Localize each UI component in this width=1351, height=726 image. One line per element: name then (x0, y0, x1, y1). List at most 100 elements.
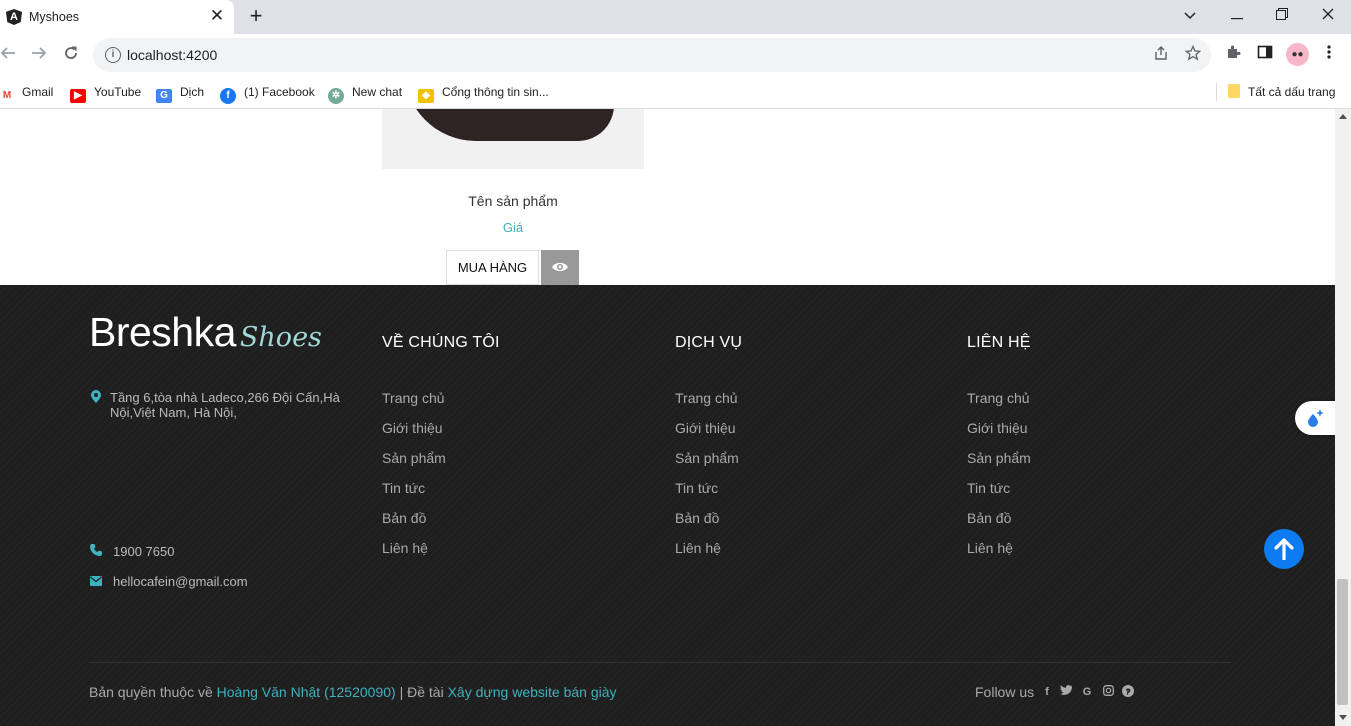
facebook-icon[interactable]: f (1040, 685, 1054, 699)
footer-link-products[interactable]: Sản phẩm (967, 450, 1031, 466)
footer-link-home[interactable]: Trang chủ (675, 390, 738, 406)
bookmark-label: Cổng thông tin sin... (442, 85, 549, 99)
footer-col-title-about: VỀ CHÚNG TÔI (382, 334, 500, 351)
bookmarks-separator (1216, 83, 1217, 101)
page-viewport: Tên sản phẩm Giá MUA HÀNG Breshka Shoes T… (0, 109, 1335, 726)
footer-link-map[interactable]: Bản đồ (675, 510, 719, 526)
all-bookmarks-label: Tất cả dấu trang (1248, 85, 1336, 99)
address-bar[interactable]: i localhost:4200 (93, 38, 1211, 72)
side-panel-icon[interactable] (1254, 44, 1276, 66)
facebook-icon: f (220, 88, 236, 104)
all-bookmarks-folder[interactable]: Tất cả dấu trang (1228, 82, 1335, 102)
floating-widget-button[interactable] (1295, 401, 1335, 435)
pinterest-icon[interactable] (1121, 685, 1135, 699)
bookmark-gmail[interactable]: M Gmail (0, 82, 54, 103)
address-line: Tầng 6,tòa nhà Ladeco,266 Đội Cấn,Hà Nội… (89, 390, 349, 420)
tab-strip: A Myshoes ✕ + (0, 0, 1351, 34)
footer-link-news[interactable]: Tin tức (675, 480, 718, 496)
footer-link-products[interactable]: Sản phẩm (675, 450, 739, 466)
arrow-up-icon (1274, 538, 1294, 561)
footer-link-map[interactable]: Bản đồ (967, 510, 1011, 526)
phone-icon (89, 544, 103, 559)
menu-kebab-icon[interactable] (1318, 44, 1340, 66)
envelope-icon (89, 574, 103, 589)
site-footer: Breshka Shoes Tầng 6,tòa nhà Ladeco,266 Đ… (0, 285, 1335, 726)
bookmark-label: Dịch (180, 85, 205, 99)
extensions-icon[interactable] (1222, 44, 1244, 66)
product-name[interactable]: Tên sản phẩm (382, 193, 644, 209)
follow-us-label: Follow us (975, 684, 1035, 700)
page-scrollbar[interactable] (1335, 109, 1351, 726)
product-image[interactable] (382, 109, 644, 169)
reload-button[interactable] (59, 43, 83, 67)
scrollbar-thumb[interactable] (1337, 579, 1348, 705)
copyright-prefix: Bản quyền thuộc về (89, 684, 213, 700)
author-link[interactable]: Hoàng Văn Nhật (12520090) (217, 684, 396, 700)
bookmark-youtube[interactable]: ▶ YouTube (70, 82, 142, 103)
product-price: Giá (502, 220, 524, 235)
copyright: Bản quyền thuộc về Hoàng Văn Nhật (12520… (89, 684, 617, 700)
share-icon[interactable] (1151, 45, 1171, 65)
bookmark-label: YouTube (94, 85, 142, 99)
quick-view-button[interactable] (541, 250, 579, 285)
footer-link-map[interactable]: Bản đồ (382, 510, 426, 526)
logo-script: Shoes (239, 322, 322, 353)
tab-close-button[interactable]: ✕ (207, 6, 227, 26)
address-text: Tầng 6,tòa nhà Ladeco,266 Đội Cấn,Hà Nội… (110, 390, 340, 420)
back-button[interactable] (0, 43, 20, 67)
eye-icon (552, 262, 568, 272)
topic-prefix: | Đề tài (399, 684, 444, 700)
site-info-icon[interactable]: i (105, 47, 121, 63)
topic-link[interactable]: Xây dựng website bán giày (448, 684, 617, 700)
footer-logo[interactable]: Breshka Shoes (89, 309, 322, 361)
profile-avatar[interactable]: ●● (1286, 43, 1309, 66)
sparkle-drop-icon (1308, 409, 1324, 427)
footer-link-about[interactable]: Giới thiệu (382, 420, 443, 436)
shoe-image (404, 109, 614, 141)
map-marker-icon (89, 390, 103, 406)
bookmark-label: New chat (352, 85, 403, 99)
email-line: hellocafein@gmail.com (89, 574, 248, 589)
footer-link-products[interactable]: Sản phẩm (382, 450, 446, 466)
email-text[interactable]: hellocafein@gmail.com (89, 574, 248, 589)
twitter-icon[interactable] (1059, 685, 1073, 699)
bookmark-translate[interactable]: G Dịch (156, 82, 205, 103)
scroll-down-arrow[interactable] (1339, 715, 1347, 720)
footer-divider (89, 662, 1231, 663)
bookmark-facebook[interactable]: f (1) Facebook (220, 82, 315, 104)
close-window-button[interactable] (1313, 4, 1343, 26)
url-text[interactable]: localhost:4200 (127, 47, 217, 63)
chatgpt-icon: ✲ (328, 88, 344, 104)
footer-link-home[interactable]: Trang chủ (382, 390, 445, 406)
footer-link-news[interactable]: Tin tức (382, 480, 425, 496)
bookmark-label: (1) Facebook (244, 85, 315, 99)
tab-title: Myshoes (29, 10, 80, 24)
buy-button[interactable]: MUA HÀNG (446, 250, 539, 285)
footer-link-news[interactable]: Tin tức (967, 480, 1010, 496)
forward-button[interactable] (27, 43, 51, 67)
scroll-to-top-button[interactable] (1264, 529, 1304, 569)
new-tab-button[interactable]: + (244, 4, 268, 28)
bookmark-star-icon[interactable] (1183, 44, 1203, 65)
tab-search-button[interactable] (1175, 4, 1205, 26)
footer-link-home[interactable]: Trang chủ (967, 390, 1030, 406)
bookmark-label: Gmail (22, 85, 54, 99)
footer-link-about[interactable]: Giới thiệu (967, 420, 1028, 436)
bookmark-portal[interactable]: ◆ Cổng thông tin sin... (418, 82, 549, 103)
google-icon[interactable]: G (1080, 685, 1094, 699)
browser-toolbar: i localhost:4200 ●● (0, 34, 1351, 75)
instagram-icon[interactable] (1101, 685, 1115, 699)
gmail-icon: M (0, 89, 14, 103)
phone-line: 1900 7650 (89, 544, 174, 559)
restore-button[interactable] (1267, 4, 1297, 26)
footer-link-contact[interactable]: Liên hệ (382, 540, 428, 556)
footer-link-about[interactable]: Giới thiệu (675, 420, 736, 436)
browser-tab[interactable]: A Myshoes ✕ (0, 0, 234, 34)
youtube-icon: ▶ (70, 89, 86, 103)
scroll-up-arrow[interactable] (1339, 114, 1347, 119)
translate-icon: G (156, 89, 172, 103)
minimize-button[interactable] (1222, 4, 1252, 26)
footer-link-contact[interactable]: Liên hệ (967, 540, 1013, 556)
footer-link-contact[interactable]: Liên hệ (675, 540, 721, 556)
bookmark-new-chat[interactable]: ✲ New chat (328, 82, 403, 104)
